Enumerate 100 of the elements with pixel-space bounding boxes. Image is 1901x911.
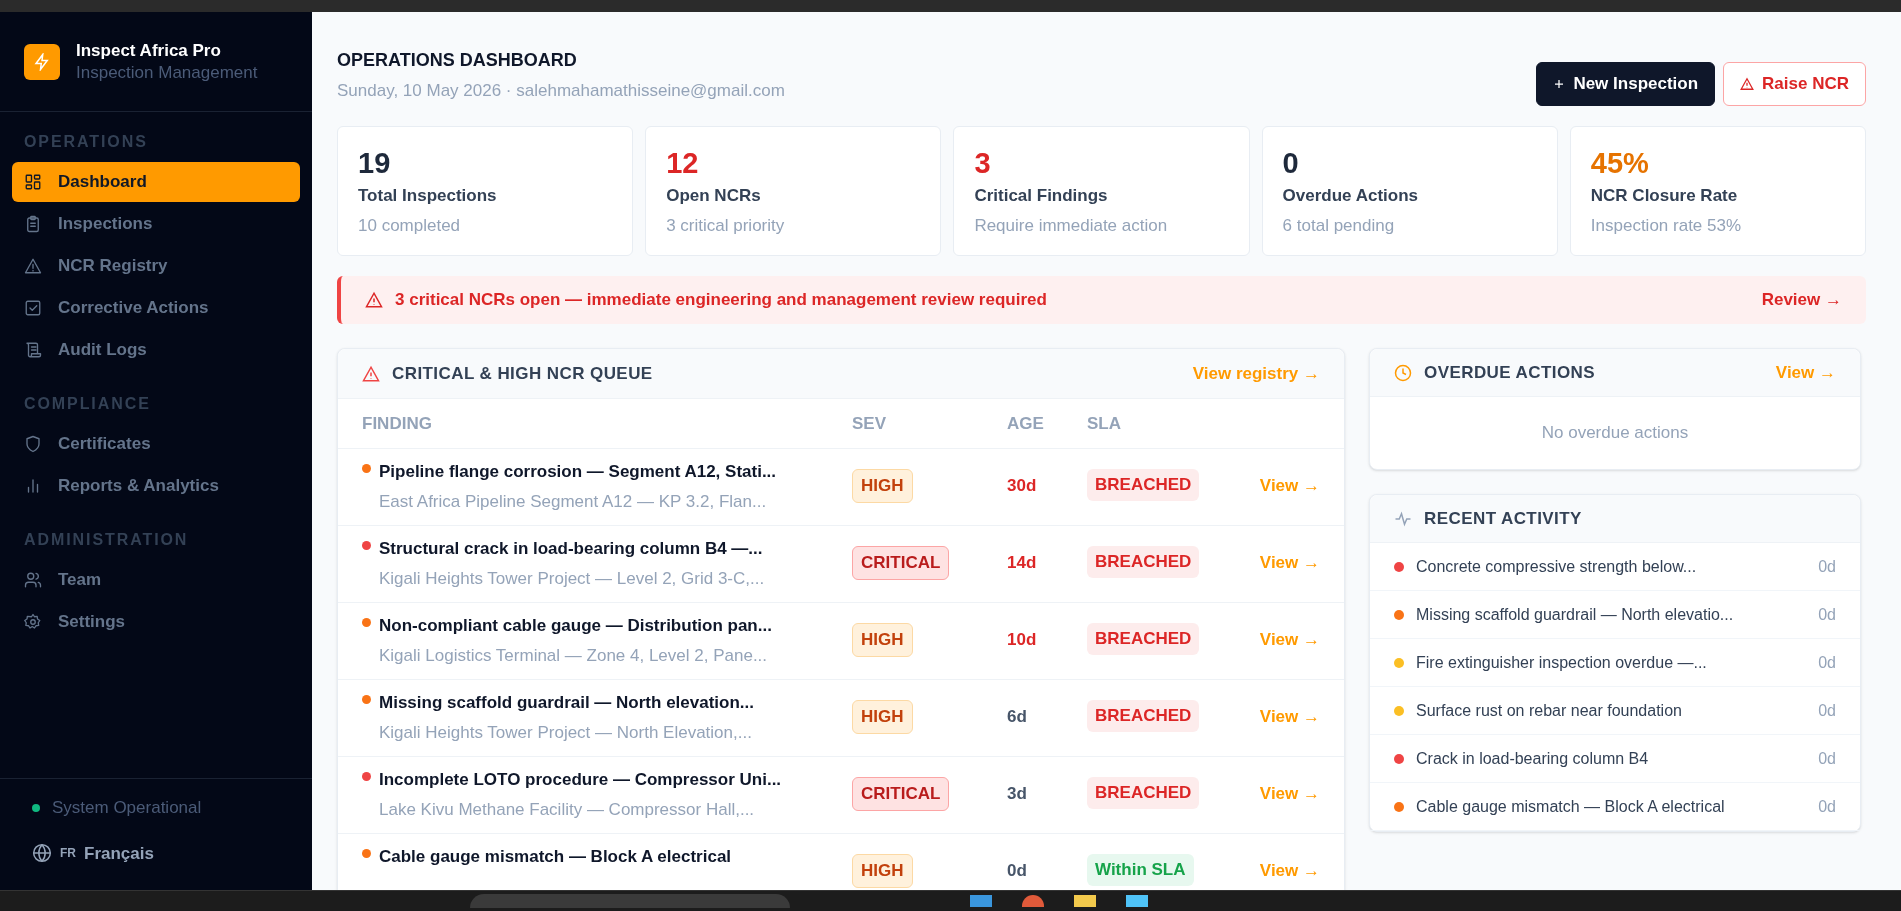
section-heading: COMPLIANCE	[23, 394, 152, 414]
nav-item[interactable]: Certificates	[12, 424, 300, 464]
nav-item[interactable]: Reports & Analytics	[12, 466, 300, 506]
activity-age: 0d	[1818, 652, 1836, 673]
raise-ncr-button[interactable]: Raise NCR	[1723, 62, 1866, 106]
checkbox-icon	[24, 299, 42, 317]
column-header: SLA	[1087, 413, 1121, 433]
finding-location: Lake Kivu Methane Facility — Compressor Hall,...	[379, 798, 756, 821]
system-status: System Operational	[52, 797, 202, 819]
finding-title: Missing scaffold guardrail — North elevation...	[379, 692, 754, 714]
app-name: Inspect Africa Pro	[76, 40, 222, 62]
age-value: 3d	[1007, 784, 1027, 803]
view-link[interactable]: View →	[1259, 784, 1320, 803]
lightning-logo-icon	[24, 43, 60, 80]
language-switcher[interactable]: FR Français	[32, 840, 280, 866]
card-title: OVERDUE ACTIONS	[1424, 361, 1596, 384]
finding-title: Incomplete LOTO procedure — Compressor Uni...	[379, 769, 782, 791]
pulse-icon	[1394, 509, 1412, 528]
stat-value: 12	[666, 146, 700, 181]
squares-icon	[24, 173, 42, 191]
stat-value: 45%	[1590, 146, 1650, 181]
age-value: 10d	[1007, 630, 1037, 649]
activity-age: 0d	[1818, 748, 1836, 769]
nav-item[interactable]: NCR Registry	[12, 246, 300, 286]
finding-location: Kigali Heights Tower Project — Level 2, Grid 3-C,...	[379, 567, 765, 590]
sla-status: BREACHED	[1087, 777, 1200, 809]
view-link[interactable]: View →	[1259, 707, 1320, 726]
page-title: OPERATIONS DASHBOARD	[337, 49, 578, 72]
severity-badge: HIGH	[852, 469, 913, 503]
activity-text: Fire extinguisher inspection overdue —...	[1416, 652, 1708, 673]
warning-icon	[365, 291, 383, 309]
view-link[interactable]: View →	[1259, 630, 1320, 649]
finding-title: Structural crack in load-bearing column B4 —...	[379, 538, 764, 560]
severity-badge: HIGH	[852, 623, 913, 657]
severity-badge: HIGH	[852, 700, 913, 734]
clipboard-icon	[24, 215, 42, 233]
severity-badge: HIGH	[852, 854, 913, 888]
card-title: RECENT ACTIVITY	[1424, 507, 1582, 530]
stat-label: Open NCRs	[666, 185, 762, 208]
nav-item[interactable]: Dashboard	[12, 162, 300, 202]
finding-title: Non-compliant cable gauge — Distribution pan...	[379, 615, 772, 637]
app-icon[interactable]	[1022, 895, 1044, 907]
finding-title: Cable gauge mismatch — Block A electrical	[379, 846, 732, 868]
activity-age: 0d	[1818, 556, 1836, 577]
app-subtitle: Inspection Management	[76, 61, 258, 83]
sla-status: BREACHED	[1087, 700, 1200, 732]
age-value: 0d	[1007, 861, 1027, 880]
nav-item[interactable]: Inspections	[12, 204, 300, 244]
nav-item[interactable]: Corrective Actions	[12, 288, 300, 328]
clock-icon	[1394, 363, 1412, 382]
new-inspection-button[interactable]: New Inspection	[1536, 62, 1716, 106]
view-link[interactable]: View →	[1259, 476, 1320, 495]
warning-icon	[24, 257, 42, 275]
column-header: SEV	[852, 413, 887, 433]
activity-text: Crack in load-bearing column B4	[1416, 748, 1650, 769]
settings-icon	[24, 613, 42, 631]
empty-message: No overdue actions	[1541, 422, 1689, 445]
page-subtitle: Sunday, 10 May 2026 · salehmahamathisseine@gmail.com	[337, 80, 785, 102]
stat-label: Total Inspections	[358, 185, 498, 208]
globe-icon	[32, 843, 52, 864]
stat-label: Critical Findings	[974, 185, 1109, 208]
shield-icon	[24, 435, 42, 453]
sla-status: BREACHED	[1087, 469, 1200, 501]
stat-label: NCR Closure Rate	[1590, 185, 1739, 208]
stat-value: 0	[1282, 146, 1300, 181]
nav-item[interactable]: Settings	[12, 602, 300, 642]
activity-text: Concrete compressive strength below...	[1416, 556, 1698, 577]
warning-icon	[1740, 77, 1755, 91]
age-value: 30d	[1007, 476, 1037, 495]
finding-title: Pipeline flange corrosion — Segment A12, Stati...	[379, 461, 777, 483]
finding-location: East Africa Pipeline Segment A12 — KP 3.2, Flan...	[379, 490, 768, 513]
severity-badge: CRITICAL	[852, 546, 950, 580]
view-link[interactable]: View →	[1259, 553, 1320, 572]
nav-item[interactable]: Audit Logs	[12, 330, 300, 370]
stat-label: Overdue Actions	[1282, 185, 1419, 208]
view-link[interactable]: View →	[1259, 861, 1320, 880]
stat-value: 19	[358, 146, 392, 181]
activity-text: Surface rust on rebar near foundation	[1416, 700, 1683, 721]
column-header: FINDING	[362, 413, 432, 433]
scroll-icon	[24, 341, 42, 359]
sla-status: BREACHED	[1087, 623, 1200, 655]
section-heading: ADMINISTRATION	[23, 530, 190, 550]
finding-location: Kigali Logistics Terminal — Zone 4, Level 2, Pane...	[379, 644, 769, 667]
activity-text: Cable gauge mismatch — Block A electrical	[1416, 796, 1726, 817]
activity-text: Missing scaffold guardrail — North elevatio...	[1416, 604, 1735, 625]
nav-item[interactable]: Team	[12, 560, 300, 600]
age-value: 6d	[1007, 707, 1027, 726]
stat-detail: Require immediate action	[974, 214, 1169, 237]
plus-icon	[1553, 78, 1566, 90]
warning-icon	[362, 364, 380, 383]
stat-detail: Inspection rate 53%	[1590, 214, 1743, 237]
sla-status: BREACHED	[1087, 546, 1200, 578]
activity-age: 0d	[1818, 604, 1836, 625]
column-header: AGE	[1007, 413, 1044, 433]
users-icon	[24, 571, 42, 589]
activity-age: 0d	[1818, 796, 1836, 817]
age-value: 14d	[1007, 553, 1037, 572]
card-title: CRITICAL & HIGH NCR QUEUE	[392, 362, 653, 385]
alert-message: 3 critical NCRs open — immediate engineering and management review required	[395, 289, 1047, 312]
review-link[interactable]: Review →	[1761, 287, 1842, 313]
